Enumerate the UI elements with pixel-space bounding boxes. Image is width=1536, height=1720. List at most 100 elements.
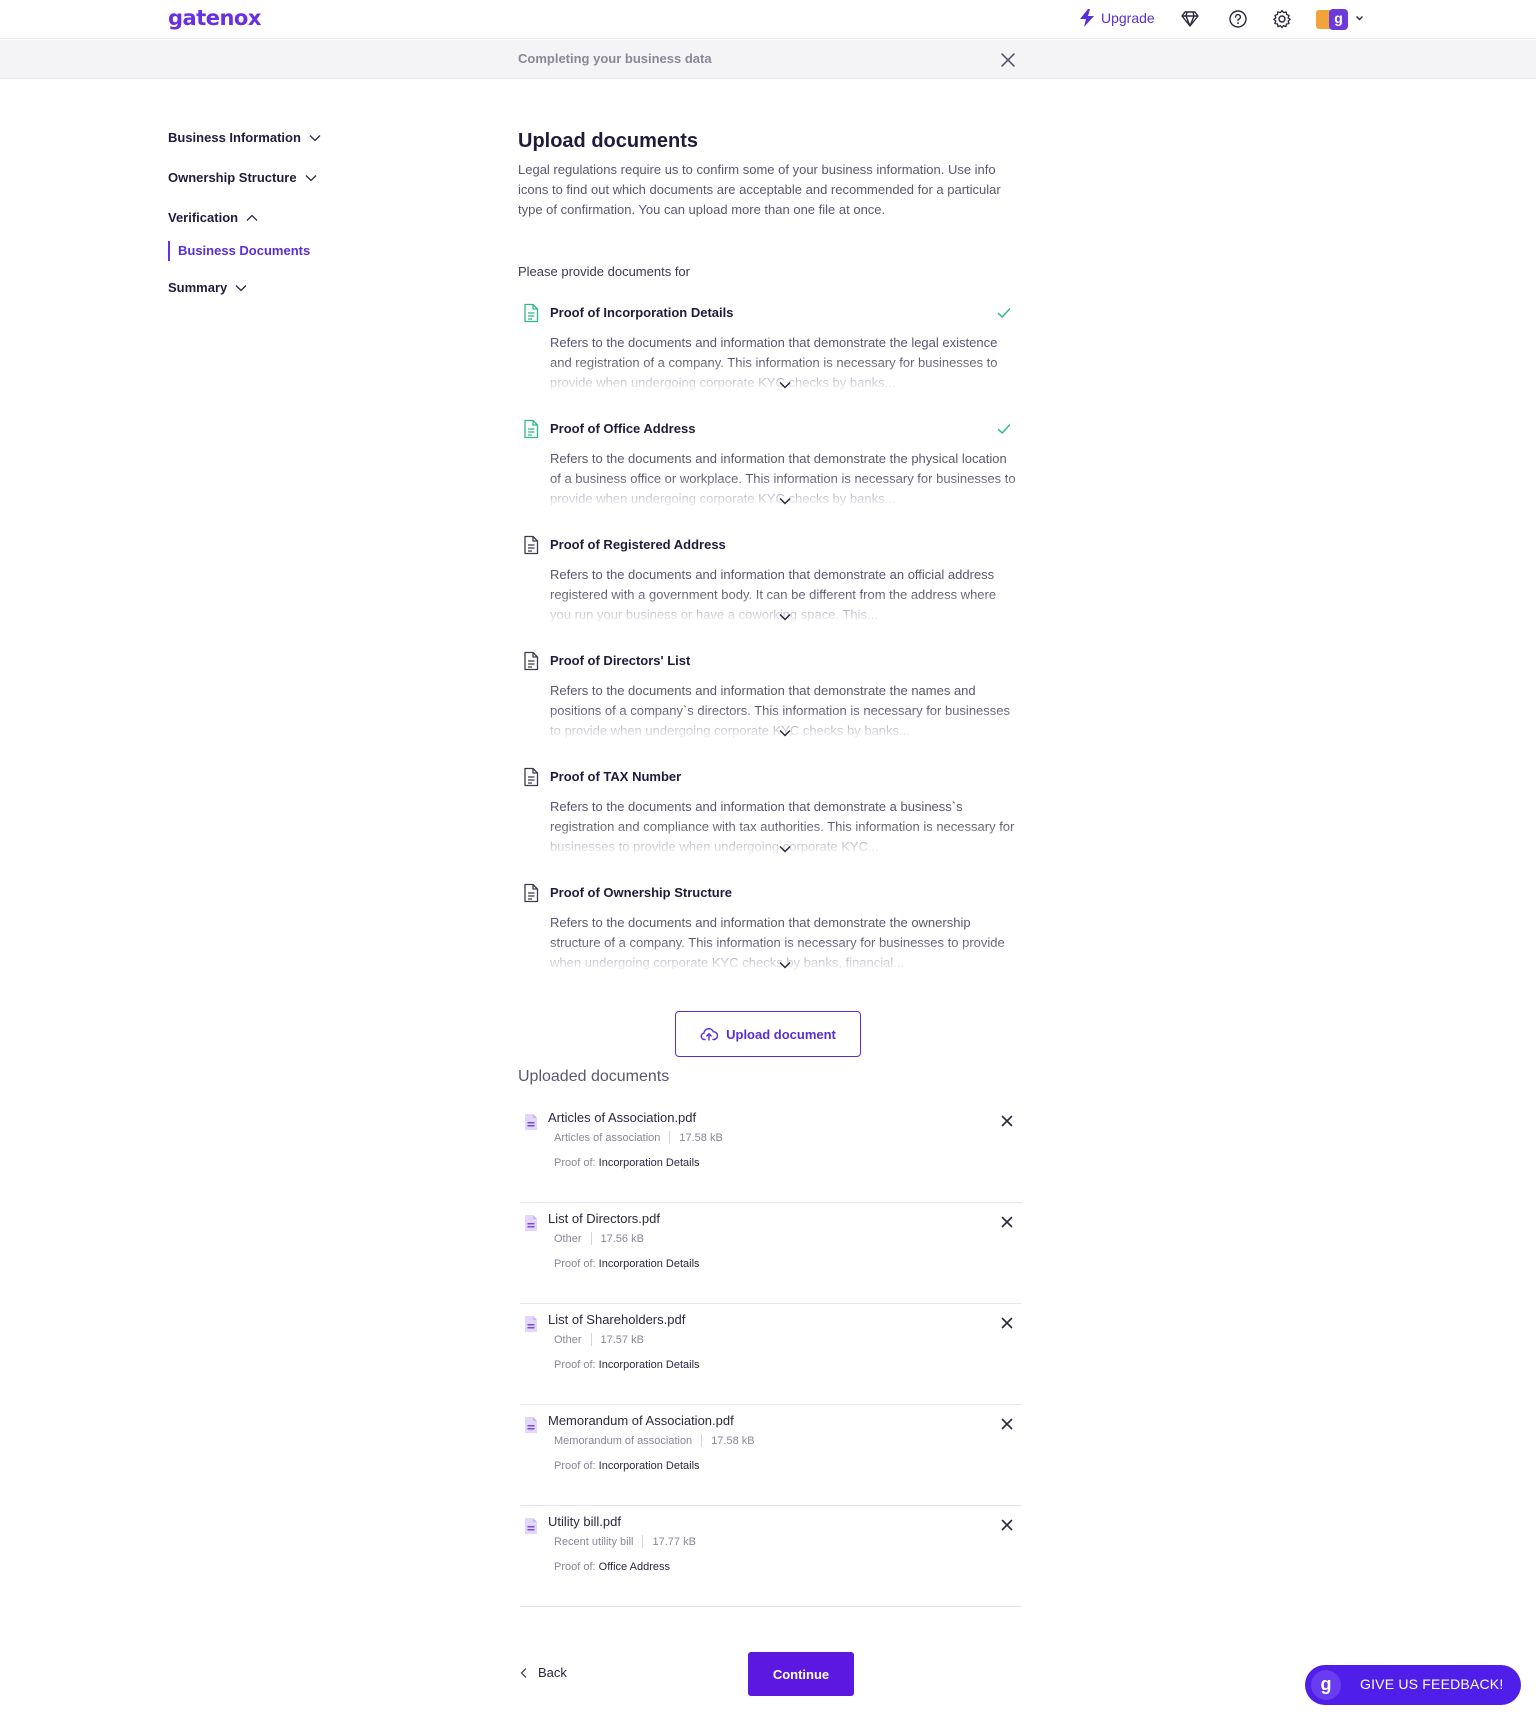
chevron-down-icon[interactable] — [1355, 12, 1364, 24]
file-meta: Other 17.57 kB — [554, 1333, 644, 1346]
proof-title: Proof of Office Address — [550, 421, 696, 436]
file-meta: Memorandum of association 17.58 kB — [554, 1434, 755, 1447]
chevron-left-icon — [520, 1667, 527, 1678]
proof-of-label: Proof of: — [554, 1561, 599, 1573]
uploaded-file-row: Articles of Association.pdf Articles of a… — [520, 1103, 1022, 1203]
proof-of-label: Proof of: — [554, 1359, 599, 1371]
chevron-down-icon[interactable] — [778, 380, 792, 390]
proof-of-label: Proof of: — [554, 1258, 599, 1270]
upload-document-button[interactable]: Upload document — [675, 1011, 861, 1057]
proof-section: Proof of Office Address Refers to the doc… — [522, 419, 1016, 515]
file-proof-of: Proof of: Incorporation Details — [554, 1258, 700, 1270]
help-icon[interactable] — [1228, 9, 1248, 29]
document-icon — [524, 303, 539, 323]
proof-of-value: Incorporation Details — [598, 1258, 700, 1270]
close-icon[interactable] — [998, 50, 1018, 70]
file-size: 17.77 kB — [652, 1535, 696, 1548]
remove-file-icon[interactable] — [999, 1214, 1015, 1230]
chevron-down-icon[interactable] — [778, 496, 792, 506]
page-title: Upload documents — [518, 130, 699, 152]
file-type: Articles of association — [554, 1131, 661, 1144]
meta-divider — [590, 1232, 592, 1245]
meta-divider — [701, 1434, 703, 1447]
proof-section: Proof of Directors' List Refers to the do… — [522, 651, 1016, 747]
pdf-file-icon — [525, 1114, 537, 1130]
file-name: List of Directors.pdf — [548, 1211, 660, 1226]
uploaded-file-row: List of Shareholders.pdf Other 17.57 kB Pro… — [520, 1305, 1022, 1405]
sidebar-item-summary[interactable]: Summary — [168, 280, 247, 295]
proof-title: Proof of Directors' List — [550, 653, 691, 668]
gatenox-logo[interactable]: gatenox — [168, 6, 261, 30]
sidebar-item-business-information[interactable]: Business Information — [168, 130, 321, 145]
proof-title: Proof of Incorporation Details — [550, 305, 734, 320]
subheader-title: Completing your business data — [518, 51, 712, 66]
feedback-label: GIVE US FEEDBACK! — [1360, 1676, 1504, 1692]
chevron-down-icon[interactable] — [778, 612, 792, 622]
uploaded-file-row: List of Directors.pdf Other 17.56 kB Proof … — [520, 1204, 1022, 1304]
remove-file-icon[interactable] — [999, 1517, 1015, 1533]
chevron-up-icon — [246, 214, 258, 221]
file-name: Utility bill.pdf — [548, 1514, 621, 1529]
check-icon — [997, 424, 1011, 434]
diamond-icon[interactable] — [1180, 9, 1200, 29]
document-icon — [524, 883, 539, 903]
document-icon — [524, 651, 539, 671]
top-navigation-bar: gatenox Upgrade g — [0, 0, 1536, 39]
remove-file-icon[interactable] — [999, 1113, 1015, 1129]
sidebar-item-label: Verification — [168, 210, 239, 225]
upgrade-label: Upgrade — [1101, 10, 1155, 26]
provide-documents-label: Please provide documents for — [518, 264, 690, 279]
back-label: Back — [538, 1665, 567, 1680]
proof-of-value: Incorporation Details — [598, 1157, 700, 1169]
file-name: Articles of Association.pdf — [548, 1110, 697, 1125]
chevron-down-icon[interactable] — [778, 728, 792, 738]
sidebar-item-label: Ownership Structure — [168, 170, 297, 185]
proof-section: Proof of TAX Number Refers to the documen… — [522, 767, 1016, 863]
proof-title: Proof of TAX Number — [550, 769, 682, 784]
sidebar-subitem-business-documents[interactable]: Business Documents — [168, 241, 310, 261]
meta-divider — [642, 1535, 644, 1548]
file-type: Other — [554, 1333, 582, 1346]
proof-of-value: Incorporation Details — [598, 1460, 700, 1472]
file-meta: Other 17.56 kB — [554, 1232, 644, 1245]
file-type: Recent utility bill — [554, 1535, 634, 1548]
continue-button[interactable]: Continue — [748, 1652, 854, 1696]
file-size: 17.56 kB — [600, 1232, 644, 1245]
sidebar-item-ownership-structure[interactable]: Ownership Structure — [168, 170, 317, 185]
sidebar-item-verification[interactable]: Verification — [168, 210, 258, 225]
proof-section: Proof of Ownership Structure Refers to th… — [522, 883, 1016, 979]
feedback-button[interactable]: g GIVE US FEEDBACK! — [1305, 1665, 1521, 1705]
proof-of-value: Incorporation Details — [598, 1359, 700, 1371]
chevron-down-icon — [235, 284, 247, 291]
sidebar-item-label: Business Information — [168, 130, 301, 145]
settings-icon[interactable] — [1272, 9, 1292, 29]
file-name: Memorandum of Association.pdf — [548, 1413, 734, 1428]
proof-section: Proof of Registered Address Refers to the… — [522, 535, 1016, 631]
uploaded-file-row: Memorandum of Association.pdf Memorandum … — [520, 1406, 1022, 1506]
upgrade-link[interactable]: Upgrade — [1079, 9, 1155, 27]
file-size: 17.58 kB — [711, 1434, 755, 1447]
back-button[interactable]: Back — [520, 1665, 567, 1680]
chevron-down-icon[interactable] — [778, 960, 792, 970]
proof-title: Proof of Registered Address — [550, 537, 726, 552]
file-size: 17.57 kB — [600, 1333, 644, 1346]
proof-of-label: Proof of: — [554, 1157, 599, 1169]
upload-document-label: Upload document — [726, 1026, 836, 1042]
proof-of-label: Proof of: — [554, 1460, 599, 1472]
file-type: Other — [554, 1232, 582, 1245]
user-avatar[interactable]: g — [1316, 9, 1350, 30]
meta-divider — [669, 1131, 671, 1144]
document-icon — [524, 419, 539, 439]
proof-section: Proof of Incorporation Details Refers to … — [522, 303, 1016, 399]
document-icon — [524, 535, 539, 555]
document-icon — [524, 767, 539, 787]
remove-file-icon[interactable] — [999, 1416, 1015, 1432]
proof-title: Proof of Ownership Structure — [550, 885, 733, 900]
feedback-logo: g — [1311, 1670, 1341, 1700]
remove-file-icon[interactable] — [999, 1315, 1015, 1331]
chevron-down-icon[interactable] — [778, 844, 792, 854]
lightning-icon — [1080, 9, 1094, 27]
file-meta: Recent utility bill 17.77 kB — [554, 1535, 696, 1548]
file-name: List of Shareholders.pdf — [548, 1312, 686, 1327]
file-proof-of: Proof of: Incorporation Details — [554, 1460, 700, 1472]
